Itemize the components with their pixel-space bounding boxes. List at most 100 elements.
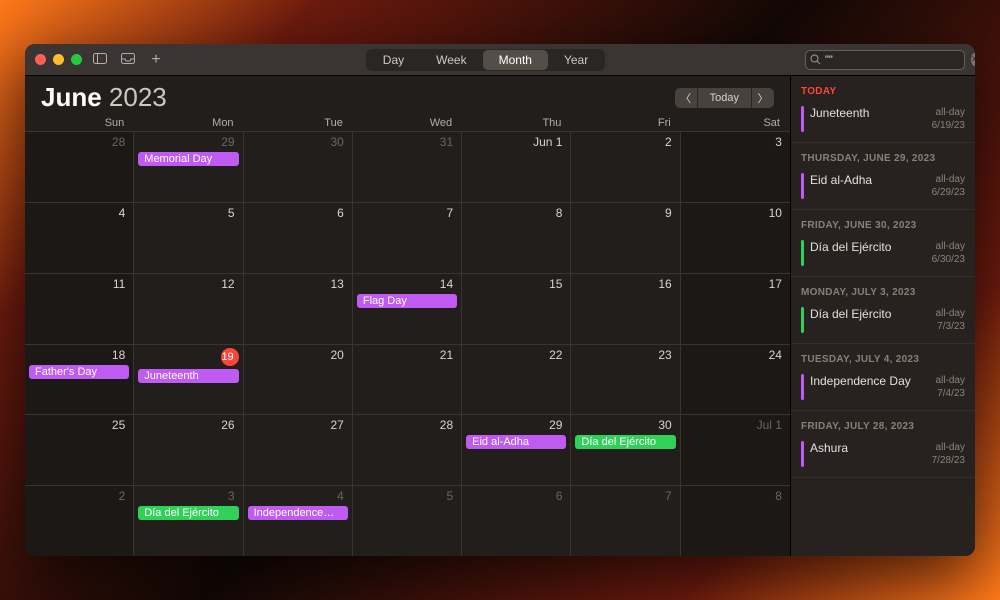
view-week[interactable]: Week — [420, 50, 482, 70]
sidebar-event[interactable]: Ashuraall-day7/28/23 — [791, 437, 975, 478]
day-cell[interactable]: 18 Father's Day — [25, 344, 134, 415]
day-cell[interactable]: 9 — [571, 202, 680, 273]
day-number: 23 — [575, 348, 675, 362]
day-cell[interactable]: Jun 1 — [462, 131, 571, 202]
day-number: 2 — [29, 489, 129, 503]
day-cell[interactable]: 8 — [462, 202, 571, 273]
next-month-button[interactable]: 〉 — [752, 88, 774, 108]
color-bar — [801, 106, 804, 132]
sidebar-event[interactable]: Independence Dayall-day7/4/23 — [791, 370, 975, 411]
day-cell[interactable]: 16 — [571, 273, 680, 344]
day-cell[interactable]: 30 — [244, 131, 353, 202]
sidebar-date-header: Friday, June 30, 2023 — [791, 210, 975, 236]
event-pill[interactable]: Independence… — [248, 506, 348, 520]
day-cell[interactable]: 15 — [462, 273, 571, 344]
color-bar — [801, 240, 804, 266]
day-cell[interactable]: 8 — [681, 485, 790, 556]
view-day[interactable]: Day — [367, 50, 420, 70]
day-cell[interactable]: 10 — [681, 202, 790, 273]
day-cell[interactable]: 7 — [571, 485, 680, 556]
clear-search-icon[interactable]: ✕ — [971, 53, 975, 66]
dow-label: Sun — [25, 117, 134, 129]
day-cell[interactable]: 19Juneteenth — [134, 344, 243, 415]
event-pill[interactable]: Día del Ejército — [138, 506, 238, 520]
day-number: 18 — [29, 348, 129, 362]
day-number: 24 — [685, 348, 786, 362]
day-cell[interactable]: 6 — [244, 202, 353, 273]
app-window: + DayWeekMonthYear ✕ June 2023 〈 Today 〉… — [25, 44, 975, 556]
sidebar-event[interactable]: Día del Ejércitoall-day6/30/23 — [791, 236, 975, 277]
today-button[interactable]: Today — [697, 88, 752, 108]
day-cell[interactable]: 13 — [244, 273, 353, 344]
day-cell[interactable]: 2 — [571, 131, 680, 202]
day-cell[interactable]: 26 — [134, 414, 243, 485]
day-number: 7 — [575, 489, 675, 503]
sidebar-toggle-icon[interactable] — [90, 52, 110, 67]
day-number: 3 — [138, 489, 238, 503]
day-cell[interactable]: 12 — [134, 273, 243, 344]
day-number: 30 — [575, 418, 675, 432]
day-cell[interactable]: 28 — [353, 414, 462, 485]
day-cell[interactable]: 30 Día del Ejército — [571, 414, 680, 485]
day-cell[interactable]: 14Flag Day — [353, 273, 462, 344]
day-cell[interactable]: 21 — [353, 344, 462, 415]
day-number: 28 — [29, 135, 129, 149]
day-cell[interactable]: 29Eid al-Adha — [462, 414, 571, 485]
day-cell[interactable]: 2 — [25, 485, 134, 556]
day-cell[interactable]: 11 — [25, 273, 134, 344]
day-number: 5 — [138, 206, 238, 220]
fullscreen-icon[interactable] — [71, 54, 82, 65]
minimize-icon[interactable] — [53, 54, 64, 65]
close-icon[interactable] — [35, 54, 46, 65]
view-month[interactable]: Month — [483, 50, 548, 70]
day-number: 10 — [685, 206, 786, 220]
day-cell[interactable]: 23 — [571, 344, 680, 415]
view-year[interactable]: Year — [548, 50, 604, 70]
day-cell[interactable]: 29Memorial Day — [134, 131, 243, 202]
day-number: 9 — [575, 206, 675, 220]
event-pill[interactable]: Juneteenth — [138, 369, 238, 383]
day-cell[interactable]: 22 — [462, 344, 571, 415]
events-sidebar[interactable]: TodayJuneteenthall-day6/19/23Thursday, J… — [790, 76, 975, 556]
event-title: Eid al-Adha — [810, 173, 926, 199]
day-cell[interactable]: 6 — [462, 485, 571, 556]
day-cell[interactable]: 7 — [353, 202, 462, 273]
day-cell[interactable]: 4 — [25, 202, 134, 273]
inbox-icon[interactable] — [118, 52, 138, 67]
sidebar-event[interactable]: Día del Ejércitoall-day7/3/23 — [791, 303, 975, 344]
search-input[interactable] — [825, 54, 967, 66]
color-bar — [801, 173, 804, 199]
sidebar-date-header: Monday, July 3, 2023 — [791, 277, 975, 303]
day-number: 21 — [357, 348, 457, 362]
event-meta: all-day7/4/23 — [936, 374, 965, 400]
prev-month-button[interactable]: 〈 — [675, 88, 697, 108]
event-pill[interactable]: Memorial Day — [138, 152, 238, 166]
day-cell[interactable]: 25 — [25, 414, 134, 485]
day-number: 7 — [357, 206, 457, 220]
day-cell[interactable]: 3 Día del Ejército — [134, 485, 243, 556]
day-number: 13 — [248, 277, 348, 291]
event-pill[interactable]: Día del Ejército — [575, 435, 675, 449]
day-cell[interactable]: 5 — [353, 485, 462, 556]
day-cell[interactable]: 3 — [681, 131, 790, 202]
event-pill[interactable]: Eid al-Adha — [466, 435, 566, 449]
day-cell[interactable]: 24 — [681, 344, 790, 415]
day-cell[interactable]: 17 — [681, 273, 790, 344]
sidebar-event[interactable]: Eid al-Adhaall-day6/29/23 — [791, 169, 975, 210]
event-meta: all-day6/30/23 — [932, 240, 965, 266]
add-icon[interactable]: + — [146, 51, 166, 69]
dow-label: Fri — [571, 117, 680, 129]
event-pill[interactable]: Flag Day — [357, 294, 457, 308]
day-cell[interactable]: 4 Independence… — [244, 485, 353, 556]
search-field[interactable]: ✕ — [805, 50, 965, 70]
day-cell[interactable]: 5 — [134, 202, 243, 273]
day-number: 4 — [248, 489, 348, 503]
day-cell[interactable]: 28 — [25, 131, 134, 202]
day-cell[interactable]: 20 — [244, 344, 353, 415]
day-cell[interactable]: Jul 1 — [681, 414, 790, 485]
day-cell[interactable]: 27 — [244, 414, 353, 485]
day-number: 8 — [466, 206, 566, 220]
day-cell[interactable]: 31 — [353, 131, 462, 202]
event-pill[interactable]: Father's Day — [29, 365, 129, 379]
sidebar-event[interactable]: Juneteenthall-day6/19/23 — [791, 102, 975, 143]
